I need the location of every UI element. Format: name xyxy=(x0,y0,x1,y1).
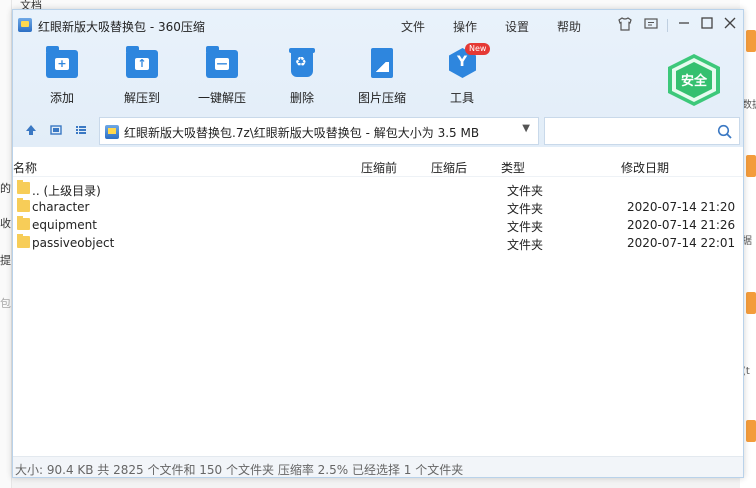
tools-label: 工具 xyxy=(449,91,474,105)
tools-button[interactable]: New 工具 xyxy=(422,43,502,106)
file-name: .. (上级目录) xyxy=(32,184,101,198)
file-type: 文件夹 xyxy=(507,202,544,216)
window-title: 红眼新版大吸替换包 - 360压缩 xyxy=(38,20,205,34)
maximize-icon[interactable] xyxy=(698,16,716,34)
tools-icon: New xyxy=(446,43,491,78)
title-bar[interactable]: 红眼新版大吸替换包 - 360压缩 文件 操作 设置 帮助 xyxy=(13,10,743,42)
up-arrow-icon[interactable] xyxy=(23,123,39,139)
column-after[interactable]: 压缩后 xyxy=(431,159,467,176)
one-click-extract-label: 一键解压 xyxy=(197,91,246,105)
status-bar: 大小: 90.4 KB 共 2825 个文件和 150 个文件夹 压缩率 2.5… xyxy=(13,456,743,477)
app-icon xyxy=(18,18,32,32)
file-type: 文件夹 xyxy=(507,184,544,198)
list-item[interactable]: character 文件夹 2020-07-14 21:20 xyxy=(13,198,743,216)
column-type[interactable]: 类型 xyxy=(501,159,525,176)
folder-icon xyxy=(17,198,30,212)
list-item[interactable]: passiveobject 文件夹 2020-07-14 22:01 xyxy=(13,234,743,252)
file-type: 文件夹 xyxy=(507,220,544,234)
delete-label: 删除 xyxy=(289,91,314,105)
window-header: 红眼新版大吸替换包 - 360压缩 文件 操作 设置 帮助 + 添加 ↑ 解压到… xyxy=(13,10,743,147)
extract-to-label: 解压到 xyxy=(123,91,160,105)
file-date: 2020-07-14 22:01 xyxy=(627,236,736,250)
folder-icon xyxy=(17,180,30,194)
menu-help[interactable]: 帮助 xyxy=(557,18,581,35)
address-bar[interactable]: 红眼新版大吸替换包.7z\红眼新版大吸替换包 - 解包大小为 3.5 MB ▼ xyxy=(99,117,539,145)
file-type: 文件夹 xyxy=(507,238,544,252)
chevron-down-icon[interactable]: ▼ xyxy=(522,123,530,134)
column-name[interactable]: 名称 xyxy=(13,159,37,176)
list-item[interactable]: equipment 文件夹 2020-07-14 21:26 xyxy=(13,216,743,234)
background-fragment: 包 xyxy=(0,297,11,310)
search-box[interactable] xyxy=(544,117,740,145)
delete-button[interactable]: 删除 xyxy=(262,48,342,106)
skin-icon[interactable] xyxy=(616,16,634,34)
toolbar: + 添加 ↑ 解压到 — 一键解压 删除 图片压缩 New xyxy=(13,43,513,110)
feedback-icon[interactable] xyxy=(642,16,660,34)
close-icon[interactable] xyxy=(721,16,739,34)
menu-operation[interactable]: 操作 xyxy=(453,18,477,35)
address-path: 红眼新版大吸替换包.7z\红眼新版大吸替换包 - 解包大小为 3.5 MB xyxy=(124,126,480,140)
desktop-background-left: 的 收 提 包 xyxy=(0,0,12,488)
image-compress-label: 图片压缩 xyxy=(357,91,406,105)
status-text: 大小: 90.4 KB 共 2825 个文件和 150 个文件夹 压缩率 2.5… xyxy=(15,463,464,477)
security-badge[interactable]: 安全 xyxy=(668,54,720,106)
one-click-extract-icon: — xyxy=(206,46,238,78)
background-fragment: 提 xyxy=(0,254,11,267)
column-header: 名称 压缩前 压缩后 类型 修改日期 xyxy=(13,147,743,177)
image-compress-button[interactable]: 图片压缩 xyxy=(342,48,422,106)
archive-window: 红眼新版大吸替换包 - 360压缩 文件 操作 设置 帮助 + 添加 ↑ 解压到… xyxy=(12,9,744,478)
file-name: passiveobject xyxy=(32,236,115,250)
security-label: 安全 xyxy=(680,74,707,89)
file-name: character xyxy=(32,200,90,214)
image-compress-icon xyxy=(366,48,398,78)
file-date: 2020-07-14 21:20 xyxy=(627,200,736,214)
background-fragment: 收 xyxy=(0,217,11,230)
menu-settings[interactable]: 设置 xyxy=(505,18,529,35)
menu-file[interactable]: 文件 xyxy=(401,18,425,35)
add-label: 添加 xyxy=(49,91,74,105)
file-date: 2020-07-14 21:26 xyxy=(627,218,736,232)
column-before[interactable]: 压缩前 xyxy=(361,159,397,176)
column-modified[interactable]: 修改日期 xyxy=(621,159,669,176)
extract-to-button[interactable]: ↑ 解压到 xyxy=(102,46,182,106)
thumbnail-view-icon[interactable] xyxy=(48,123,64,139)
trash-icon xyxy=(286,48,318,78)
list-view-icon[interactable] xyxy=(73,123,89,139)
search-icon[interactable] xyxy=(717,124,733,140)
list-item[interactable]: .. (上级目录) 文件夹 xyxy=(13,180,743,198)
minimize-icon[interactable] xyxy=(675,16,693,34)
new-badge: New xyxy=(465,43,491,55)
address-row: 红眼新版大吸替换包.7z\红眼新版大吸替换包 - 解包大小为 3.5 MB ▼ xyxy=(13,117,743,145)
folder-icon xyxy=(17,216,30,230)
add-button[interactable]: + 添加 xyxy=(22,46,102,106)
one-click-extract-button[interactable]: — 一键解压 xyxy=(182,46,262,106)
folder-icon xyxy=(17,234,30,248)
background-fragment: 的 xyxy=(0,182,11,195)
background-fragment: 数据 xyxy=(742,100,756,111)
extract-to-icon: ↑ xyxy=(126,46,158,78)
file-list: .. (上级目录) 文件夹 character 文件夹 2020-07-14 2… xyxy=(13,180,743,252)
file-name: equipment xyxy=(32,218,97,232)
add-folder-icon: + xyxy=(46,46,78,78)
archive-icon xyxy=(105,125,119,139)
